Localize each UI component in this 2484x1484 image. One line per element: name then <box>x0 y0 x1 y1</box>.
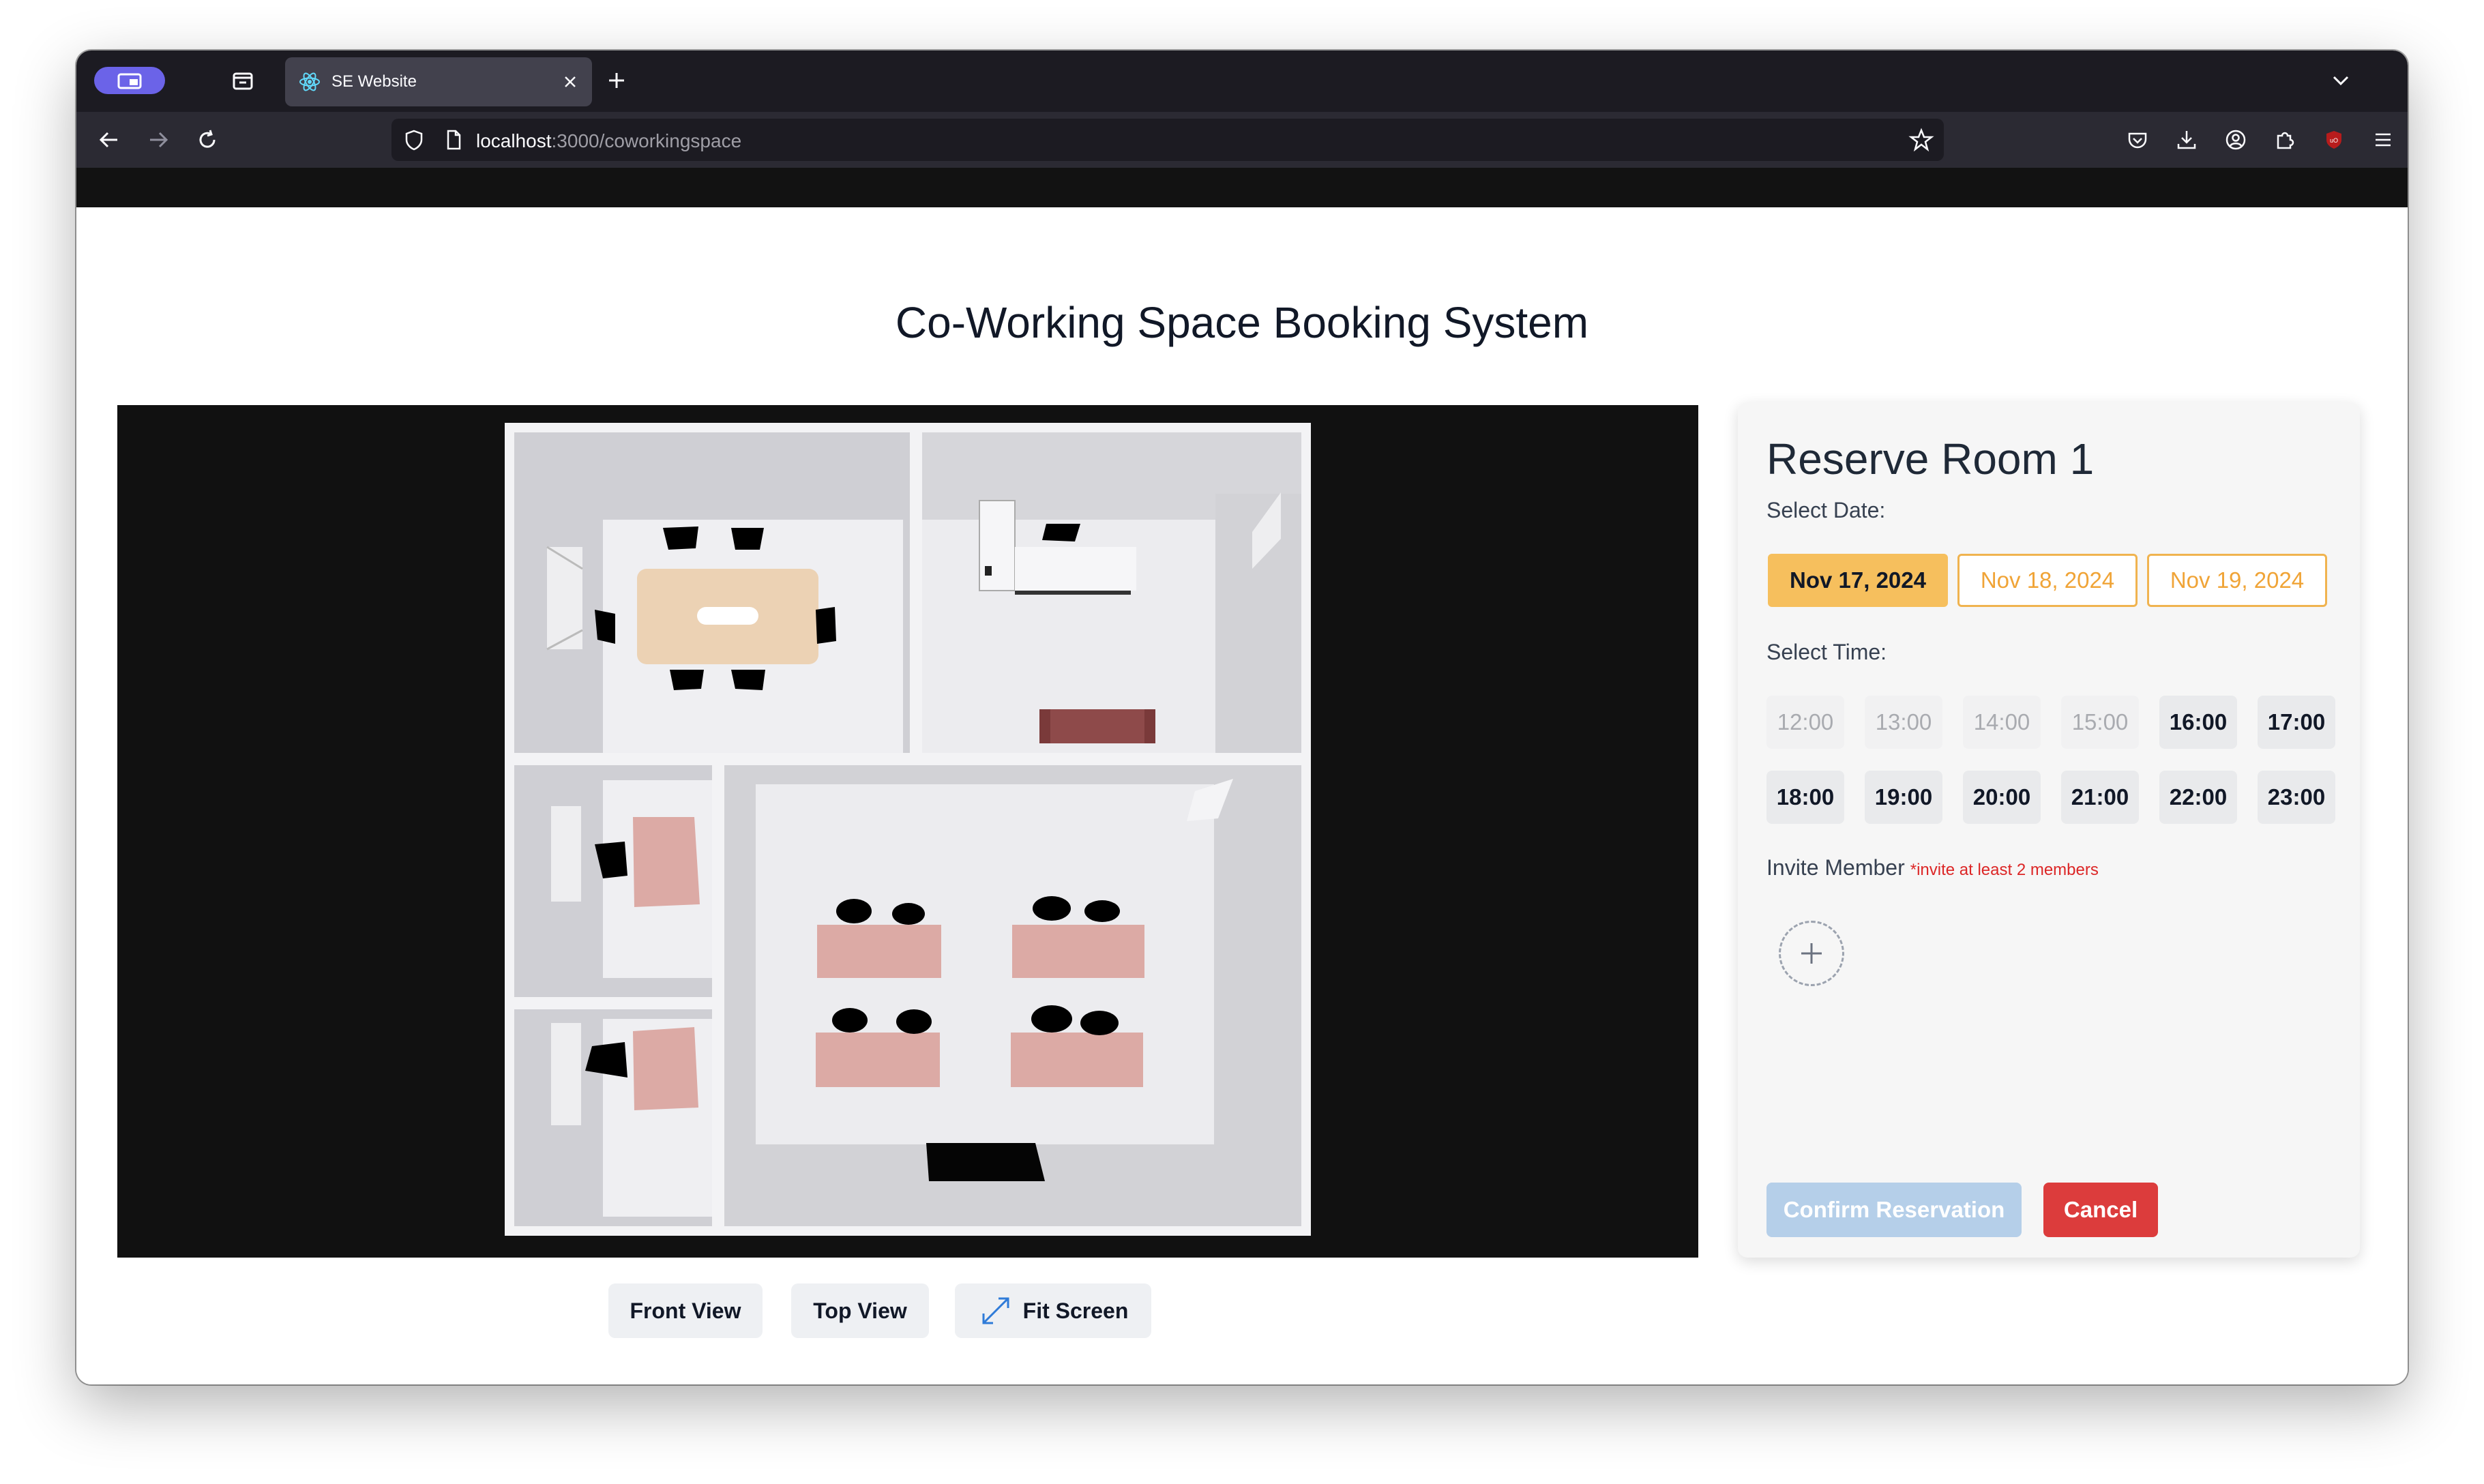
time-slot: 12:00 <box>1766 696 1844 749</box>
star-icon[interactable] <box>1907 125 1936 154</box>
confirm-reservation-button[interactable]: Confirm Reservation <box>1766 1183 2022 1237</box>
profile-icon[interactable] <box>94 67 165 94</box>
date-option[interactable]: Nov 18, 2024 <box>1957 554 2138 607</box>
time-slot[interactable]: 17:00 <box>2258 696 2335 749</box>
ublock-icon[interactable]: uO <box>2319 125 2349 155</box>
time-slot: 15:00 <box>2061 696 2139 749</box>
close-icon[interactable] <box>558 70 582 94</box>
reservation-title: Reserve Room 1 <box>1766 434 2095 484</box>
svg-text:uO: uO <box>2330 137 2338 144</box>
reservation-panel: Reserve Room 1 Select Date: Nov 17, 2024… <box>1738 402 2360 1258</box>
tab-bar: SE Website <box>76 50 2408 112</box>
time-label: 20:00 <box>1972 784 2031 810</box>
time-label: 17:00 <box>2267 709 2326 734</box>
floorplan-canvas[interactable] <box>117 405 1698 1258</box>
desk <box>633 1027 698 1110</box>
pocket-icon[interactable] <box>2123 125 2153 155</box>
time-label: 12:00 <box>1777 709 1834 734</box>
app-header-bar <box>76 168 2408 207</box>
time-label: 16:00 <box>2169 709 2228 734</box>
top-view-label: Top View <box>813 1298 907 1323</box>
url-bar[interactable]: localhost:3000/coworkingspace <box>391 119 1944 161</box>
date-label: Nov 19, 2024 <box>2170 567 2305 593</box>
time-slot[interactable]: 19:00 <box>1865 771 1942 824</box>
time-slot[interactable]: 22:00 <box>2159 771 2237 824</box>
fit-screen-label: Fit Screen <box>1022 1298 1129 1323</box>
time-label: 14:00 <box>1973 709 2030 734</box>
menu-icon[interactable] <box>2368 125 2398 155</box>
react-icon <box>297 70 322 94</box>
url-host: localhost <box>476 130 552 151</box>
plus-icon <box>1781 943 1842 987</box>
time-slot[interactable]: 21:00 <box>2061 771 2139 824</box>
time-label: 15:00 <box>2071 709 2129 734</box>
top-view-button[interactable]: Top View <box>791 1283 929 1338</box>
time-slot[interactable]: 20:00 <box>1963 771 2041 824</box>
sofa <box>1039 709 1155 743</box>
new-tab-icon[interactable] <box>602 65 632 95</box>
date-label: Nov 17, 2024 <box>1790 567 1926 593</box>
url-path: :3000/coworkingspace <box>551 130 742 151</box>
time-slot[interactable]: 18:00 <box>1766 771 1844 824</box>
page-title: Co-Working Space Booking System <box>895 298 1589 347</box>
expand-arrows-icon <box>978 1293 1014 1329</box>
time-label: 18:00 <box>1776 784 1835 810</box>
cancel-button[interactable]: Cancel <box>2043 1183 2158 1237</box>
invite-member-label: Invite Member *invite at least 2 members <box>1766 855 2099 880</box>
select-time-label: Select Time: <box>1766 640 1887 664</box>
time-label: 21:00 <box>2071 784 2129 810</box>
confirm-label: Confirm Reservation <box>1783 1197 2005 1222</box>
desk <box>633 817 700 907</box>
front-view-button[interactable]: Front View <box>608 1283 763 1338</box>
back-icon[interactable] <box>94 125 124 155</box>
tab-title: SE Website <box>331 72 417 91</box>
time-label: 19:00 <box>1874 784 1933 810</box>
browser-window: SE Website localhost:3000/coworkingspace… <box>76 50 2408 1384</box>
nav-toolbar: localhost:3000/coworkingspace uO <box>76 112 2408 168</box>
invite-note: *invite at least 2 members <box>1910 861 2099 879</box>
front-view-label: Front View <box>630 1298 741 1323</box>
reload-icon[interactable] <box>192 125 222 155</box>
date-option[interactable]: Nov 17, 2024 <box>1768 554 1948 607</box>
floorplan-viewer[interactable] <box>117 405 1698 1258</box>
forward-icon[interactable] <box>143 125 173 155</box>
invite-label-text: Invite Member <box>1766 855 1905 880</box>
chevron-down-icon[interactable] <box>2326 65 2356 95</box>
extensions-icon[interactable] <box>2270 125 2300 155</box>
date-label: Nov 18, 2024 <box>1980 567 2115 593</box>
account-icon[interactable] <box>2221 125 2251 155</box>
time-slot: 13:00 <box>1865 696 1942 749</box>
time-slot: 14:00 <box>1963 696 2041 749</box>
page-icon <box>439 125 468 154</box>
url-text[interactable]: localhost:3000/coworkingspace <box>476 130 741 152</box>
shield-icon[interactable] <box>400 125 428 154</box>
time-label: 13:00 <box>1875 709 1932 734</box>
time-slot[interactable]: 16:00 <box>2159 696 2237 749</box>
download-icon[interactable] <box>2172 125 2202 155</box>
page-content: Co-Working Space Booking System Front Vi… <box>76 207 2408 1384</box>
time-label: 23:00 <box>2267 784 2326 810</box>
rug <box>926 1143 1045 1181</box>
fit-screen-button[interactable]: Fit Screen <box>955 1283 1151 1338</box>
cancel-label: Cancel <box>2063 1197 2138 1222</box>
time-slot[interactable]: 23:00 <box>2258 771 2335 824</box>
date-option[interactable]: Nov 19, 2024 <box>2147 554 2327 607</box>
add-member-button[interactable] <box>1779 921 1844 986</box>
tab-overview-icon[interactable] <box>228 65 258 95</box>
tab-se-website[interactable]: SE Website <box>285 57 592 106</box>
select-date-label: Select Date: <box>1766 498 1886 522</box>
time-label: 22:00 <box>2169 784 2228 810</box>
